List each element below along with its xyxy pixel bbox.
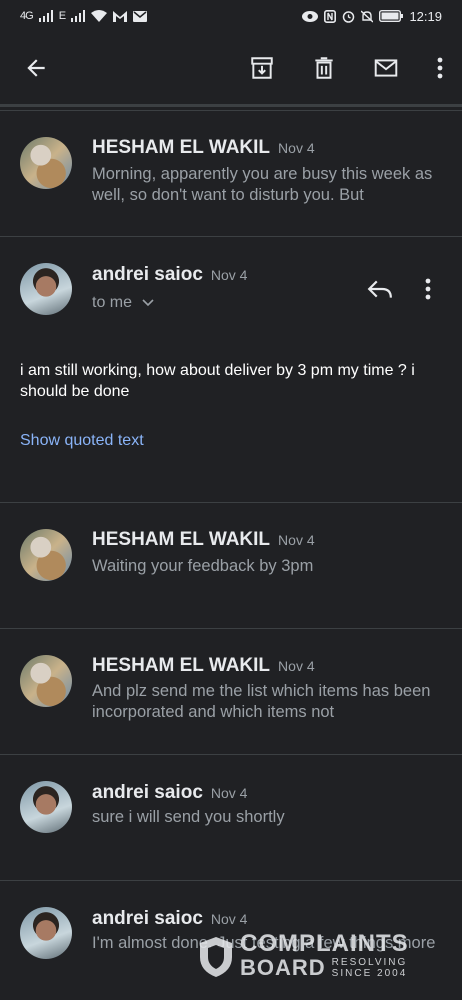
- watermark-text: COMPLAINTS BOARD RESOLVING SINCE 2004: [240, 930, 409, 981]
- signal-icon: [38, 10, 53, 22]
- complaintsboard-watermark: COMPLAINTS BOARD RESOLVING SINCE 2004: [198, 932, 418, 982]
- recipient-label: to me: [92, 294, 133, 311]
- sender-line: andrei saioc Nov 4: [92, 782, 247, 804]
- mail-icon: [133, 10, 148, 22]
- sender-line: HESHAM EL WAKIL Nov 4: [92, 655, 315, 677]
- message-expanded: andrei saioc Nov 4 to me i am still work…: [0, 237, 462, 503]
- status-right: 12:19: [302, 9, 442, 24]
- recipient-details-toggle[interactable]: to me: [92, 294, 154, 312]
- message-collapsed[interactable]: HESHAM EL WAKIL Nov 4 Morning, apparentl…: [0, 111, 462, 237]
- message-date: Nov 4: [210, 785, 248, 801]
- sender-line: andrei saioc Nov 4: [92, 264, 247, 286]
- avatar[interactable]: [20, 781, 72, 833]
- avatar[interactable]: [20, 529, 72, 581]
- status-left: 4G E: [20, 10, 148, 22]
- wifi-icon: [91, 10, 108, 22]
- battery-icon: [379, 10, 404, 22]
- message-body: i am still working, how about deliver by…: [20, 362, 415, 400]
- mark-unread-button[interactable]: [370, 52, 402, 84]
- message-snippet: Morning, apparently you are busy this we…: [92, 165, 433, 204]
- shield-logo-icon: [200, 937, 232, 977]
- toolbar-actions: [246, 52, 448, 84]
- toolbar: [0, 34, 462, 100]
- archive-icon: [251, 57, 273, 79]
- message-more-button[interactable]: [420, 273, 436, 305]
- back-button[interactable]: [20, 52, 52, 84]
- mark-unread-icon: [374, 59, 398, 77]
- watermark-tagline: RESOLVING SINCE 2004: [332, 957, 408, 979]
- message-snippet: sure i will send you shortly: [92, 808, 285, 826]
- message-date: Nov 4: [278, 140, 315, 156]
- sender-line: HESHAM EL WAKIL Nov 4: [92, 137, 315, 159]
- alarm-icon: [343, 10, 355, 23]
- watermark-bottom: BOARD RESOLVING SINCE 2004: [240, 955, 409, 981]
- network-type-1: 4G: [20, 10, 34, 22]
- delete-button[interactable]: [308, 52, 340, 84]
- sender-name: andrei saioc: [92, 264, 203, 285]
- network-type-2: E: [58, 10, 66, 22]
- bell-off-icon: [361, 9, 374, 23]
- clock: 12:19: [409, 8, 442, 24]
- message-collapsed[interactable]: HESHAM EL WAKIL Nov 4 Waiting your feedb…: [0, 503, 462, 629]
- message-date: Nov 4: [210, 267, 248, 283]
- chevron-down-icon: [142, 299, 154, 307]
- watermark-tag2: SINCE 2004: [331, 968, 408, 979]
- watermark-line1: COMPLAINTS: [240, 930, 409, 957]
- more-vert-icon: [437, 57, 443, 79]
- sender-name: andrei saioc: [92, 782, 203, 803]
- more-vert-icon: [425, 278, 431, 300]
- avatar[interactable]: [20, 137, 72, 189]
- watermark-tag1: RESOLVING: [331, 957, 408, 968]
- message-snippet: Waiting your feedback by 3pm: [92, 557, 314, 575]
- delete-icon: [315, 57, 333, 79]
- sender-name: HESHAM EL WAKIL: [92, 529, 271, 550]
- archive-button[interactable]: [246, 52, 278, 84]
- avatar[interactable]: [20, 655, 72, 707]
- signal-icon-2: [71, 10, 86, 22]
- message-collapsed[interactable]: andrei saioc Nov 4 sure i will send you …: [0, 755, 462, 881]
- toolbar-divider: [0, 104, 462, 107]
- sender-name: andrei saioc: [92, 908, 203, 929]
- message-date: Nov 4: [278, 658, 315, 674]
- message-collapsed[interactable]: HESHAM EL WAKIL Nov 4 And plz send me th…: [0, 629, 462, 755]
- status-bar: 4G E 12:19: [0, 0, 462, 32]
- back-arrow-icon: [27, 59, 45, 77]
- reply-icon: [367, 280, 392, 298]
- show-quoted-text-link[interactable]: Show quoted text: [20, 432, 144, 450]
- watermark-line2: BOARD: [240, 955, 326, 980]
- more-options-button[interactable]: [432, 52, 448, 84]
- sender-line: andrei saioc Nov 4: [92, 908, 247, 930]
- sender-name: HESHAM EL WAKIL: [92, 137, 271, 158]
- message-date: Nov 4: [210, 911, 248, 927]
- message-snippet: And plz send me the list which items has…: [92, 682, 431, 721]
- reply-button[interactable]: [364, 273, 396, 305]
- message-date: Nov 4: [278, 532, 315, 548]
- gmail-icon: [113, 10, 128, 22]
- avatar[interactable]: [20, 907, 72, 959]
- nfc-icon: [324, 9, 337, 23]
- avatar[interactable]: [20, 263, 72, 315]
- eye-icon: [302, 10, 319, 22]
- sender-name: HESHAM EL WAKIL: [92, 655, 271, 676]
- sender-line: HESHAM EL WAKIL Nov 4: [92, 529, 315, 551]
